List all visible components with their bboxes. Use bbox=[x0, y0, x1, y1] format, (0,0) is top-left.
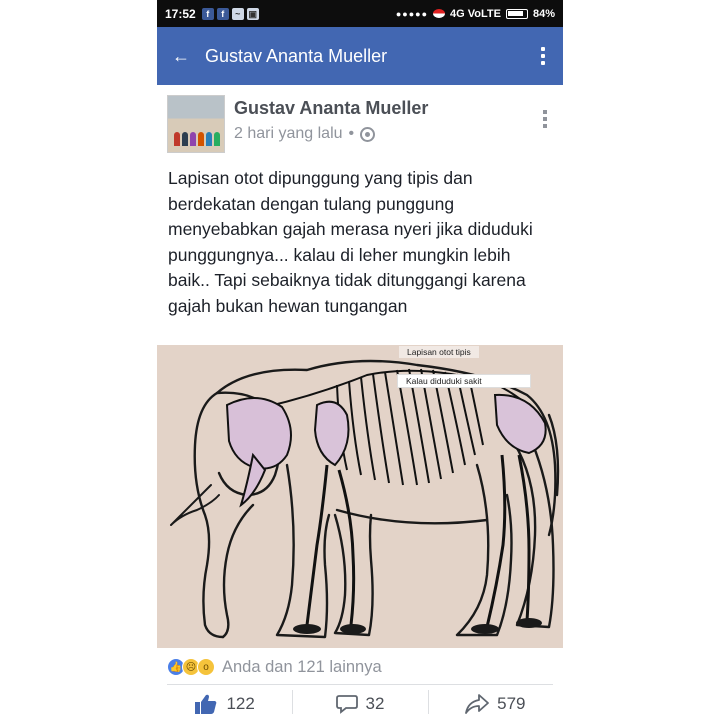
elephant-skeleton-illustration bbox=[170, 359, 560, 639]
post-header: Gustav Ananta Mueller 2 hari yang lalu • bbox=[157, 95, 563, 155]
post-meta: 2 hari yang lalu • bbox=[234, 125, 376, 143]
comment-count: 32 bbox=[365, 694, 385, 713]
reactions-text: Anda dan 121 lainnya bbox=[222, 657, 382, 676]
post-options-icon[interactable] bbox=[543, 110, 547, 128]
back-arrow-icon[interactable]: ← bbox=[157, 46, 205, 67]
wow-reaction-icon: o bbox=[197, 658, 215, 676]
battery-level: 84% bbox=[532, 7, 555, 20]
comment-icon bbox=[335, 695, 358, 714]
action-bar: 122 32 579 bbox=[157, 688, 563, 720]
share-button[interactable]: 579 bbox=[427, 688, 563, 720]
like-button[interactable]: 122 bbox=[157, 688, 292, 720]
phone-screen: 17:52 f f ~ ▣ ●●●●● 4G VoLTE 84% ← Gusta… bbox=[157, 0, 563, 720]
globe-icon bbox=[360, 126, 376, 142]
status-right: ●●●●● 4G VoLTE 84% bbox=[396, 8, 555, 20]
facebook-icon: f bbox=[201, 7, 214, 20]
app-bar-title: Gustav Ananta Mueller bbox=[205, 45, 388, 66]
app-bar: ← Gustav Ananta Mueller bbox=[157, 27, 563, 85]
signal-icon: ●●●●● bbox=[395, 8, 429, 19]
divider bbox=[167, 684, 553, 685]
reactions-summary[interactable]: 👍 ☹ o Anda dan 121 lainnya bbox=[167, 655, 382, 679]
post-text: Lapisan otot dipunggung yang tipis dan b… bbox=[168, 168, 533, 316]
network-type: 4G VoLTE bbox=[450, 7, 501, 20]
overflow-menu-icon[interactable] bbox=[523, 47, 563, 65]
battery-icon bbox=[505, 8, 528, 19]
post-author-name[interactable]: Gustav Ananta Mueller bbox=[234, 98, 428, 119]
image-label-thin-muscle: Lapisan otot tipis bbox=[399, 346, 479, 358]
image-label-pain: Kalau diduduki sakit bbox=[397, 374, 531, 388]
avatar[interactable] bbox=[167, 95, 225, 153]
post-image[interactable]: Lapisan otot tipis Kalau diduduki sakit bbox=[157, 345, 563, 648]
meta-separator: • bbox=[348, 125, 355, 142]
share-count: 579 bbox=[497, 694, 526, 713]
messenger-icon: ~ bbox=[231, 7, 244, 20]
post-timestamp[interactable]: 2 hari yang lalu bbox=[234, 125, 343, 143]
like-count: 122 bbox=[226, 694, 255, 713]
status-time: 17:52 bbox=[165, 6, 196, 21]
status-bar: 17:52 f f ~ ▣ ●●●●● 4G VoLTE 84% bbox=[157, 0, 563, 27]
gallery-icon: ▣ bbox=[246, 7, 259, 20]
thumbs-up-icon bbox=[195, 694, 217, 714]
facebook-icon: f bbox=[216, 7, 229, 20]
comment-button[interactable]: 32 bbox=[292, 688, 427, 720]
carrier-flag-icon bbox=[433, 9, 446, 18]
share-icon bbox=[465, 694, 490, 714]
